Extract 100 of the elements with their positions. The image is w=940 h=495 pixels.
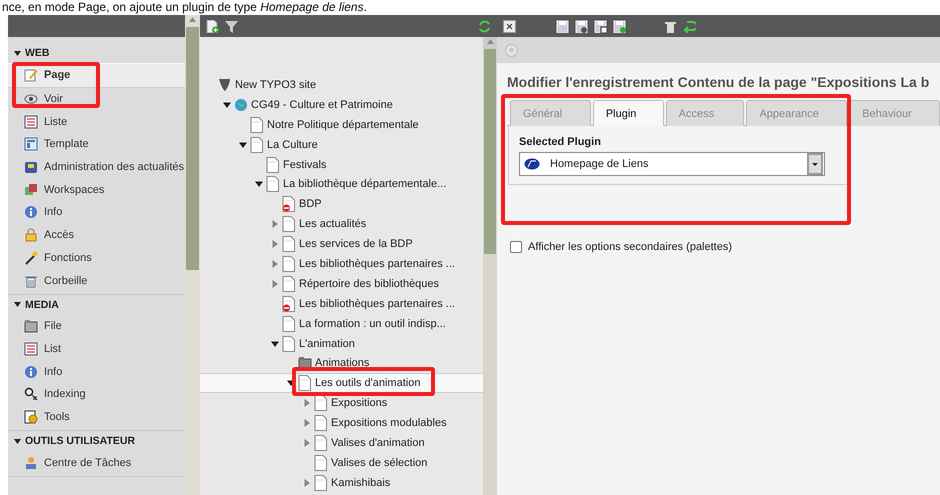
save-icon[interactable]	[556, 20, 569, 32]
module-menu-item[interactable]: Info	[8, 201, 185, 224]
form-title: Modifier l'enregistrement Contenu de la page "Expositions La b	[507, 74, 930, 90]
page-icon	[266, 156, 280, 172]
save-new-icon[interactable]	[613, 20, 626, 32]
list-icon	[24, 342, 38, 356]
list-icon	[24, 114, 38, 129]
tree-item[interactable]: CG49 - Culture et Patrimoine	[251, 98, 393, 111]
page-icon	[282, 256, 296, 272]
save-close-icon[interactable]	[594, 20, 607, 32]
tree-item[interactable]: La bibliothèque départementale...	[283, 178, 446, 190]
tree-item[interactable]: La formation : un outil indisp...	[299, 318, 446, 330]
filter-icon[interactable]	[225, 20, 238, 32]
collapse-arrow-icon[interactable]	[287, 379, 295, 388]
tree-item[interactable]: BDP	[299, 198, 322, 210]
logo-icon	[218, 76, 232, 93]
section-title: MEDIA	[25, 298, 59, 311]
newspaper-icon	[24, 160, 38, 174]
module-menu-item[interactable]: Workspaces	[8, 178, 185, 202]
page-icon	[282, 336, 296, 352]
module-menu-item[interactable]: Accès	[8, 224, 185, 246]
module-menu-item[interactable]: Template	[8, 133, 185, 156]
tree-item[interactable]: Animations	[315, 357, 370, 370]
section-title: WEB	[25, 47, 50, 59]
info-icon	[24, 364, 38, 379]
expand-arrow-icon[interactable]	[271, 240, 279, 248]
collapse-arrow-icon[interactable]	[14, 301, 21, 308]
scrollbar-thumb[interactable]	[484, 49, 496, 254]
new-page-icon[interactable]	[206, 20, 219, 32]
page-icon	[314, 454, 328, 471]
tree-item[interactable]: Les bibliothèques partenaires ...	[299, 298, 455, 310]
tree-item[interactable]: L'animation	[299, 338, 355, 350]
tree-item[interactable]: Répertoire des bibliothèques	[299, 278, 440, 290]
tab[interactable]: Plugin	[592, 100, 664, 126]
collapse-arrow-icon[interactable]	[14, 438, 21, 445]
module-menu-item[interactable]: Liste	[8, 110, 185, 134]
collapse-arrow-icon[interactable]	[239, 140, 247, 149]
tree-item[interactable]: Les bibliothèques partenaires ...	[299, 258, 455, 270]
module-menu-item[interactable]: Corbeille	[8, 269, 185, 292]
selected-tree-item[interactable]: Les outils d'animation	[200, 373, 483, 394]
tree-item[interactable]: Valises de sélection	[331, 456, 428, 469]
field-label: Selected Plugin	[519, 136, 602, 148]
tree-item[interactable]: Valises d'animation	[331, 437, 425, 450]
undo-icon[interactable]	[683, 20, 696, 32]
save-view-icon[interactable]	[575, 20, 588, 32]
info-icon	[24, 205, 38, 220]
expand-arrow-icon[interactable]	[303, 439, 311, 448]
dropdown-arrow-icon[interactable]	[807, 153, 823, 175]
module-menu-item[interactable]: Info	[8, 360, 185, 383]
tree-item[interactable]: Les actualités	[299, 218, 366, 230]
expand-arrow-icon[interactable]	[303, 478, 311, 487]
module-menu-item[interactable]: Fonctions	[8, 246, 185, 270]
trash-icon[interactable]	[664, 20, 677, 32]
tree-item[interactable]: Expositions modulables	[331, 417, 447, 430]
section-title: OUTILS UTILISATEUR	[25, 435, 136, 448]
checkbox[interactable]	[510, 241, 522, 253]
page-icon	[250, 136, 264, 153]
stacked-squares-icon	[24, 182, 38, 197]
expand-arrow-icon[interactable]	[271, 280, 279, 288]
page-icon	[314, 415, 328, 432]
page-icon	[282, 276, 296, 292]
plugin-select[interactable]: Homepage de Liens	[519, 152, 825, 176]
tree-item[interactable]: Expositions	[331, 397, 388, 410]
module-menu-item[interactable]: Voir	[8, 88, 185, 110]
expand-arrow-icon[interactable]	[303, 419, 311, 428]
hidden-page-icon	[282, 296, 296, 312]
collapse-arrow-icon[interactable]	[14, 50, 21, 56]
refresh-icon[interactable]	[478, 20, 491, 32]
expand-arrow-icon[interactable]	[271, 260, 279, 268]
collapse-arrow-icon[interactable]	[223, 100, 231, 109]
page-icon	[250, 116, 264, 133]
module-menu-item[interactable]: Indexing	[8, 382, 185, 406]
collapse-arrow-icon[interactable]	[255, 180, 263, 188]
tree-item[interactable]: Festivals	[283, 158, 326, 170]
module-menu-item[interactable]: Tools	[8, 406, 185, 428]
collapse-arrow-icon[interactable]	[271, 340, 279, 348]
tree-item[interactable]: La Culture	[267, 138, 318, 151]
module-menu-item[interactable]: Administration des actualités	[8, 156, 185, 178]
expand-arrow-icon[interactable]	[271, 220, 279, 228]
gear-icon	[24, 410, 38, 424]
scrollbar-thumb[interactable]	[186, 27, 199, 270]
user-icon	[24, 456, 38, 470]
magic-wand-icon	[24, 250, 38, 265]
folder-icon	[24, 319, 38, 334]
page-icon	[282, 316, 296, 332]
checkbox-label: Afficher les options secondaires (palettes)	[528, 241, 732, 253]
page-icon	[282, 216, 296, 232]
module-menu-item[interactable]: File	[8, 314, 185, 338]
page-icon	[282, 236, 296, 252]
module-menu-item[interactable]: List	[8, 338, 185, 360]
magnifier-icon	[24, 387, 38, 402]
scroll-up-arrow-icon[interactable]	[189, 17, 196, 22]
tree-item[interactable]: Les services de la BDP	[299, 238, 413, 250]
close-icon[interactable]	[503, 20, 516, 32]
tree-item[interactable]: Kamishibais	[331, 476, 390, 489]
module-menu-item[interactable]: Page	[8, 63, 185, 88]
expand-arrow-icon[interactable]	[303, 399, 311, 408]
module-menu-item[interactable]: Centre de Tâches	[8, 451, 185, 474]
tree-item[interactable]: Notre Politique départementale	[267, 118, 419, 131]
tree-item[interactable]: New TYPO3 site	[235, 78, 316, 91]
